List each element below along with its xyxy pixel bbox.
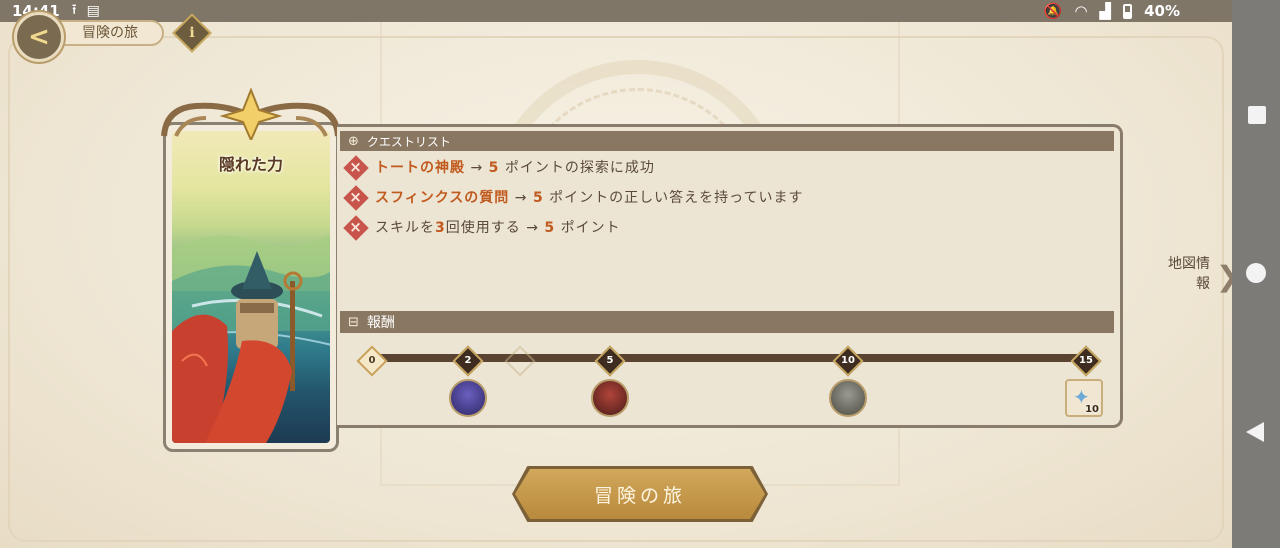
- chest-icon: ⊟: [348, 314, 359, 330]
- quest-text: トートの神殿 → 5 ポイントの探索に成功: [375, 160, 655, 176]
- map-info-link[interactable]: 地図情 報: [1150, 254, 1210, 294]
- incomplete-x-icon: [343, 155, 369, 181]
- milestone-node: 5: [594, 345, 626, 377]
- mute-icon: 🔕: [1043, 2, 1063, 20]
- wifi-icon: ◠: [1074, 2, 1088, 20]
- chevron-right-icon[interactable]: ❯: [1216, 260, 1232, 293]
- quest-list: トートの神殿 → 5 ポイントの探索に成功 スフィンクスの質問 → 5 ポイント…: [343, 155, 1113, 247]
- reward-item[interactable]: ✦ 10: [1065, 379, 1103, 417]
- reward-hero-portrait[interactable]: [591, 379, 629, 417]
- recents-icon[interactable]: [1248, 106, 1266, 124]
- milestone-node: 10: [832, 345, 864, 377]
- rewards-title: 報酬: [366, 315, 395, 331]
- wizard-illustration: [172, 234, 330, 443]
- quest-item: スキルを3回使用する → 5 ポイント: [343, 215, 1113, 241]
- rewards-header: ⊟ 報酬: [340, 311, 1114, 333]
- storage-icon: ▤: [86, 3, 100, 19]
- status-right: 🔕 ◠ ▟ 40%: [1044, 2, 1180, 20]
- adventure-button[interactable]: 冒険の旅: [512, 466, 768, 522]
- incomplete-x-icon: [343, 185, 369, 211]
- back-button[interactable]: <: [14, 12, 64, 62]
- game-screen: 14:41 ⭱ ▤ 🔕 ◠ ▟ 40% 冒険の旅 < i 隠れた力 ⊕ クエスト…: [0, 0, 1232, 548]
- quest-list-icon: ⊕: [348, 133, 359, 149]
- card-crown-ornament: [161, 88, 341, 140]
- progress-marker: [504, 345, 536, 377]
- quest-card: 隠れた力: [163, 122, 339, 452]
- card-title: 隠れた力: [218, 155, 283, 174]
- quest-item: スフィンクスの質問 → 5 ポイントの正しい答えを持っています: [343, 185, 1113, 211]
- quest-text: スキルを3回使用する → 5 ポイント: [375, 220, 621, 236]
- info-icon: i: [189, 25, 195, 41]
- back-triangle-icon[interactable]: [1246, 422, 1264, 442]
- quest-item: トートの神殿 → 5 ポイントの探索に成功: [343, 155, 1113, 181]
- milestone-node: 0: [356, 345, 388, 377]
- quest-list-title: クエストリスト: [366, 134, 451, 149]
- back-arrow-icon: <: [28, 22, 50, 52]
- reward-hero-portrait[interactable]: [449, 379, 487, 417]
- adventure-button-label: 冒険の旅: [515, 469, 765, 519]
- reward-quantity: 10: [1085, 404, 1099, 415]
- incomplete-x-icon: [343, 215, 369, 241]
- home-icon[interactable]: [1246, 263, 1266, 283]
- quest-list-header: ⊕ クエストリスト: [340, 131, 1114, 151]
- quest-text: スフィンクスの質問 → 5 ポイントの正しい答えを持っています: [375, 190, 804, 206]
- map-info-label-2: 報: [1196, 276, 1210, 292]
- system-nav-bar: [1232, 0, 1280, 548]
- battery-percent: 40%: [1144, 2, 1180, 20]
- milestone-node: 2: [452, 345, 484, 377]
- signal-icon: ▟: [1099, 2, 1112, 20]
- milestone-node: 15: [1070, 345, 1102, 377]
- quest-panel: ⊕ クエストリスト トートの神殿 → 5 ポイントの探索に成功 スフィンクスの質…: [337, 124, 1123, 428]
- page-title: 冒険の旅: [54, 20, 164, 46]
- map-info-label-1: 地図情: [1168, 256, 1210, 272]
- battery-icon: [1123, 3, 1133, 19]
- reward-hero-portrait[interactable]: [829, 379, 867, 417]
- card-illustration: 隠れた力: [172, 131, 330, 443]
